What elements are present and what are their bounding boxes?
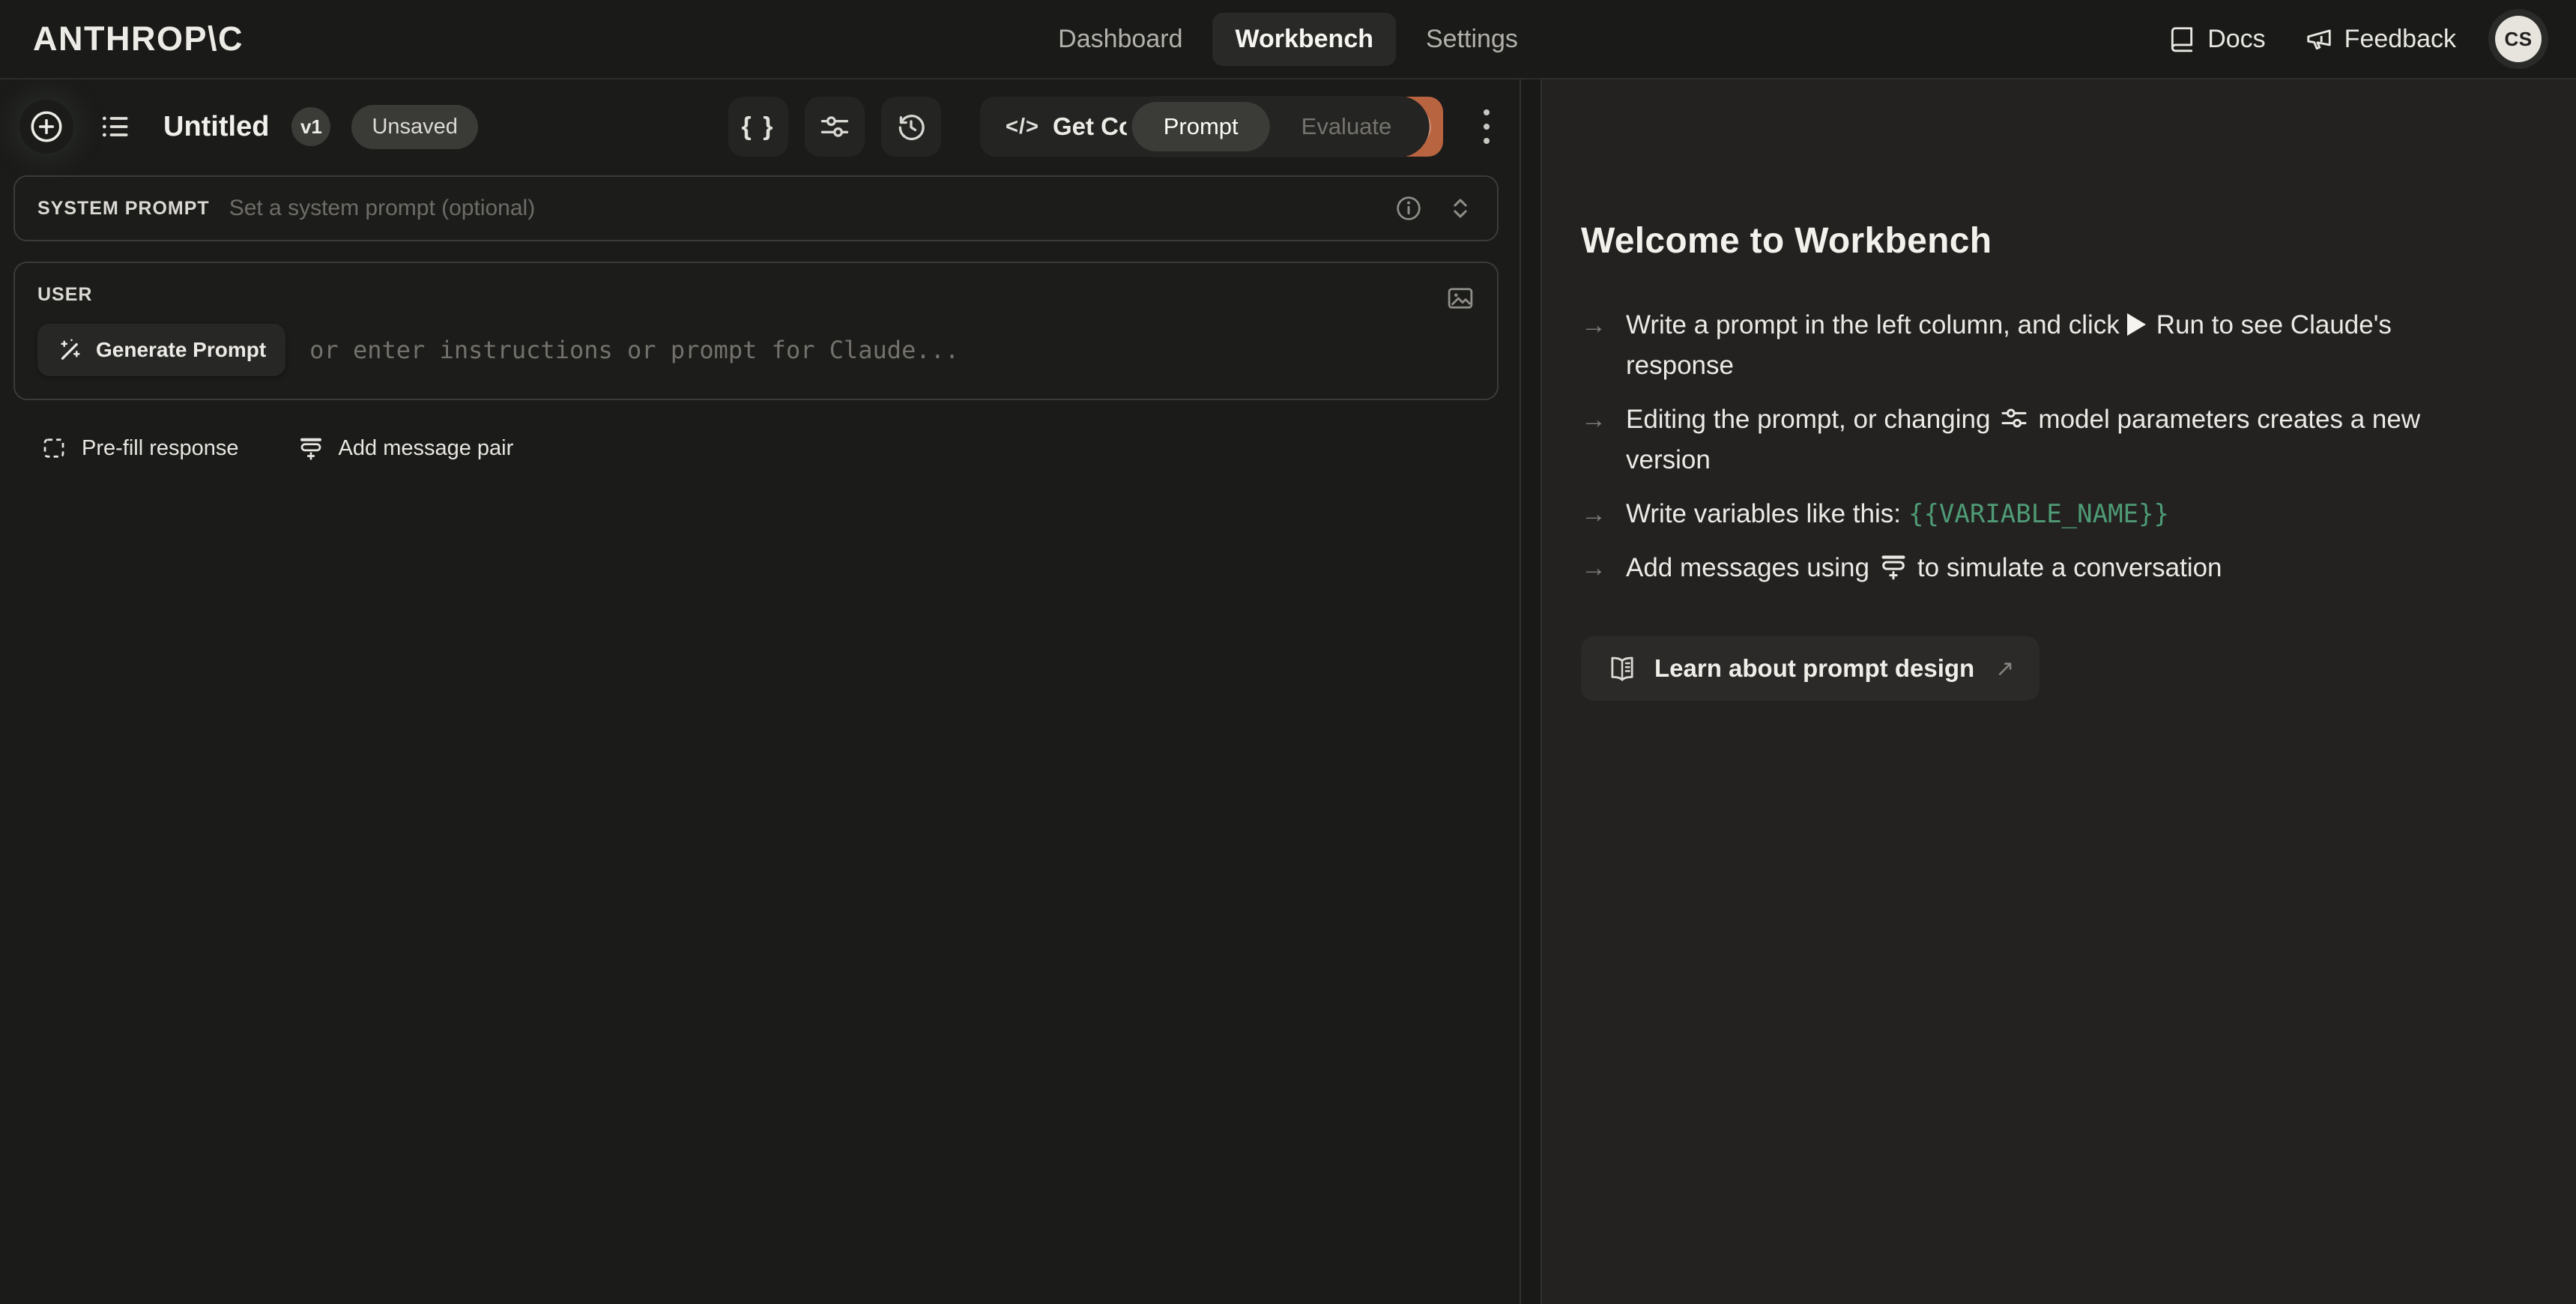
tip-text: Editing the prompt, or changing xyxy=(1626,405,1990,434)
kebab-dot xyxy=(1484,138,1490,144)
tip-text: Add messages using xyxy=(1626,553,1869,582)
sliders-icon xyxy=(818,110,851,143)
prompt-editor: SYSTEM PROMPT Set a system prompt (optio… xyxy=(0,174,1520,462)
pane-resize-handle[interactable] xyxy=(1521,79,1542,1304)
docs-label: Docs xyxy=(2207,25,2265,54)
image-icon xyxy=(1445,283,1476,314)
add-image-button[interactable] xyxy=(1445,283,1476,314)
system-prompt-controls xyxy=(1394,193,1475,223)
top-bar: ANTHROP\C Dashboard Workbench Settings D… xyxy=(0,0,2576,79)
dashed-selection-icon xyxy=(40,435,67,462)
play-icon xyxy=(2127,313,2146,336)
megaphone-icon xyxy=(2305,25,2333,53)
variable-code-sample: {{VARIABLE_NAME}} xyxy=(1908,499,2169,529)
tip-variables: → Write variables like this:{{VARIABLE_N… xyxy=(1581,494,2524,534)
tip-text: Write variables like this: xyxy=(1626,499,1901,528)
arrow-icon: → xyxy=(1581,305,1606,386)
tip-versions: → Editing the prompt, or changingmodel p… xyxy=(1581,399,2524,480)
welcome-panel: Welcome to Workbench → Write a prompt in… xyxy=(1542,79,2576,1304)
feedback-label: Feedback xyxy=(2344,25,2456,54)
plus-circle-icon xyxy=(28,108,65,145)
learn-button-label: Learn about prompt design xyxy=(1654,654,1974,683)
welcome-tips-list: → Write a prompt in the left column, and… xyxy=(1581,305,2524,588)
tab-evaluate[interactable]: Evaluate xyxy=(1270,102,1424,151)
message-actions-row: Pre-fill response Add message pair xyxy=(13,435,1499,462)
generate-prompt-label: Generate Prompt xyxy=(96,338,266,362)
model-settings-button[interactable] xyxy=(805,97,865,157)
system-prompt-placeholder: Set a system prompt (optional) xyxy=(229,196,1394,221)
overflow-menu-button[interactable] xyxy=(1476,102,1497,151)
external-link-icon: ↗ xyxy=(1995,656,2014,682)
sliders-icon xyxy=(1999,403,2029,433)
new-prompt-button[interactable] xyxy=(19,100,73,154)
open-book-icon xyxy=(1606,653,1638,684)
header-right-group: Docs Feedback CS xyxy=(2168,16,2542,62)
main-nav: Dashboard Workbench Settings xyxy=(1035,13,1541,66)
add-message-pair-icon xyxy=(297,435,324,462)
variables-button[interactable]: { } xyxy=(728,97,788,157)
info-icon[interactable] xyxy=(1394,193,1424,223)
nav-workbench[interactable]: Workbench xyxy=(1212,13,1396,66)
user-label: USER xyxy=(37,284,92,305)
welcome-title: Welcome to Workbench xyxy=(1581,220,2524,262)
kebab-dot xyxy=(1484,124,1490,130)
kebab-dot xyxy=(1484,109,1490,115)
nav-dashboard[interactable]: Dashboard xyxy=(1035,13,1205,66)
braces-icon: { } xyxy=(742,112,775,142)
arrow-icon: → xyxy=(1581,399,1606,480)
user-avatar[interactable]: CS xyxy=(2495,16,2542,62)
arrow-icon: → xyxy=(1581,548,1606,588)
expand-collapse-icon[interactable] xyxy=(1446,194,1475,223)
arrow-icon: → xyxy=(1581,494,1606,534)
prefill-response-label: Pre-fill response xyxy=(82,436,239,461)
add-message-pair-icon xyxy=(1878,552,1908,582)
learn-prompt-design-button[interactable]: Learn about prompt design ↗ xyxy=(1581,636,2040,701)
main-split: Untitled v1 Unsaved Prompt Evaluate { } … xyxy=(0,79,2576,1304)
add-message-pair-label: Add message pair xyxy=(339,436,514,461)
system-prompt-label: SYSTEM PROMPT xyxy=(37,198,210,220)
tip-messages: → Add messages using to simulate a conver… xyxy=(1581,548,2524,588)
version-badge[interactable]: v1 xyxy=(291,107,330,146)
mode-tabs: Prompt Evaluate xyxy=(1126,96,1430,157)
tip-text: Write a prompt in the left column, and c… xyxy=(1626,310,2120,339)
user-message-field[interactable]: USER Generate Prompt or enter instructio… xyxy=(13,262,1499,400)
add-message-pair-button[interactable]: Add message pair xyxy=(297,435,514,462)
list-icon xyxy=(99,110,132,143)
system-prompt-field[interactable]: SYSTEM PROMPT Set a system prompt (optio… xyxy=(13,175,1499,241)
prompt-toolbar: Untitled v1 Unsaved Prompt Evaluate { } … xyxy=(0,79,1520,174)
wand-icon xyxy=(57,336,84,363)
user-input-placeholder[interactable]: or enter instructions or prompt for Clau… xyxy=(309,336,959,364)
nav-settings[interactable]: Settings xyxy=(1403,13,1541,66)
generate-prompt-button[interactable]: Generate Prompt xyxy=(37,324,285,376)
history-icon xyxy=(895,110,928,143)
status-badge: Unsaved xyxy=(351,105,477,149)
prompt-list-button[interactable] xyxy=(91,103,139,151)
prompt-pane: Untitled v1 Unsaved Prompt Evaluate { } … xyxy=(0,79,1521,1304)
book-icon xyxy=(2168,25,2196,53)
user-input-row: Generate Prompt or enter instructions or… xyxy=(37,324,1475,376)
tab-prompt[interactable]: Prompt xyxy=(1132,102,1270,151)
tip-text: to simulate a conversation xyxy=(1917,553,2222,582)
tip-run: → Write a prompt in the left column, and… xyxy=(1581,305,2524,386)
anthropic-logo: ANTHROP\C xyxy=(33,19,244,58)
prefill-response-button[interactable]: Pre-fill response xyxy=(40,435,239,462)
history-button[interactable] xyxy=(881,97,941,157)
code-icon: </> xyxy=(1006,115,1039,139)
feedback-link[interactable]: Feedback xyxy=(2305,25,2456,54)
prompt-title[interactable]: Untitled xyxy=(163,111,269,143)
docs-link[interactable]: Docs xyxy=(2168,25,2265,54)
